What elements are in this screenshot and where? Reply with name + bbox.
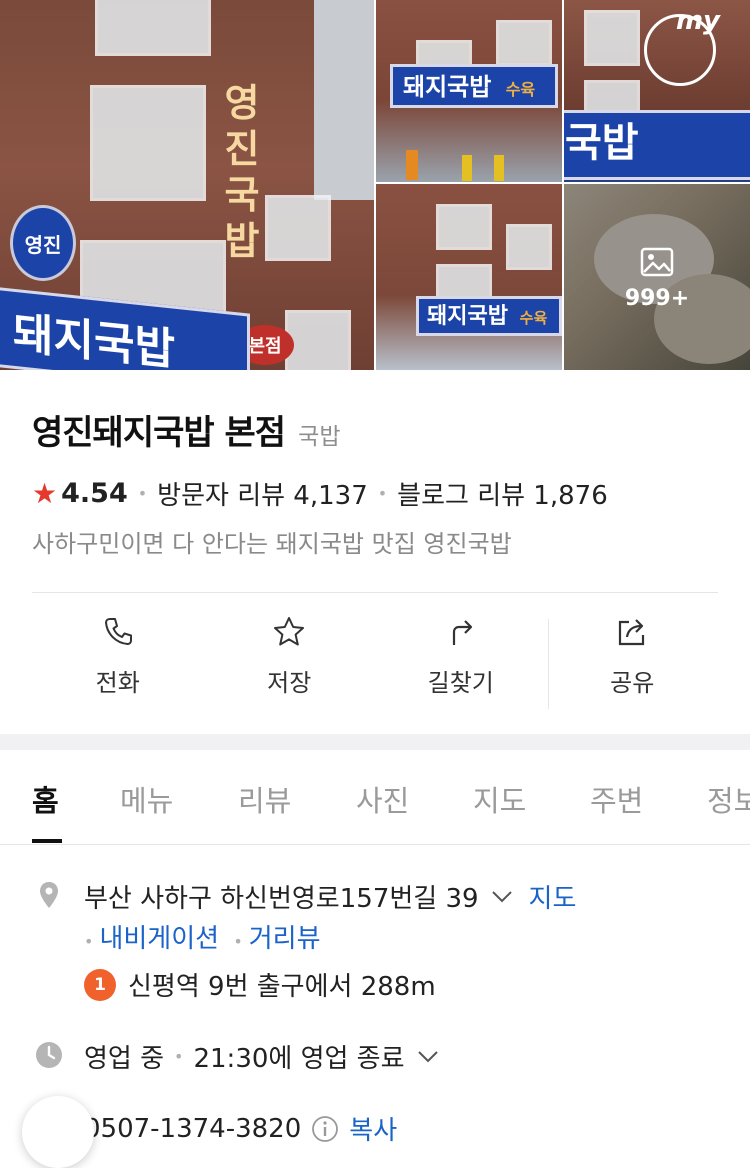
window [95,0,211,56]
phone-number[interactable]: 0507-1374-3820 [84,1114,301,1144]
place-stats: ★ 4.54 • 방문자 리뷰 4,137 • 블로그 리뷰 1,876 [32,475,608,512]
section-gap [0,734,750,750]
vertical-sign: 영진국밥 [222,80,262,264]
window [506,224,552,270]
address-row: 부산 사하구 하신번영로157번길 39 지도 [84,878,576,915]
storefront-sign-text: 돼지국밥 [403,73,492,101]
photo-gallery: 영진국밥 영진 본점 돼지국밥 돼지국밥 수육 국밥 my 돼지국밥 수육 99… [0,0,750,370]
tab-info[interactable]: 정보 [707,778,750,820]
phone-row: 0507-1374-3820 복사 [84,1110,397,1147]
separator-dot: • [377,484,388,503]
storefront-sign-sub-text: 수육 [505,80,536,99]
window [90,85,206,201]
address-sub-links: • 내비게이션 • 거리뷰 [84,918,321,955]
window [265,195,331,261]
divider [32,592,718,593]
chevron-down-icon[interactable] [491,890,513,904]
call-label: 전화 [95,669,140,697]
window [436,204,492,250]
traffic-cone [494,155,504,181]
place-description: 사하구민이면 다 안다는 돼지국밥 맛집 영진국밥 [32,530,512,558]
main-photo[interactable]: 영진국밥 영진 본점 돼지국밥 [0,0,374,370]
tab-map[interactable]: 지도 [473,778,526,820]
vertical-sign-text: 영진국밥 [224,81,260,263]
window [496,20,552,66]
window [285,310,351,370]
storefront-sign-text: 돼지국밥 [13,307,175,370]
storefront-sign: 돼지국밥 수육 [390,64,558,108]
place-title-row: 영진돼지국밥 본점 국밥 [32,405,341,454]
photo-count: 999+ [624,285,690,311]
subway-line-badge: 1 [84,968,116,1001]
address-text: 부산 사하구 하신번영로157번길 39 [84,884,479,914]
share-button[interactable]: 공유 [547,615,719,715]
action-separator [548,619,549,709]
storefront-sign-sub-text: 수육 [519,309,548,327]
round-sign-text: 영진 [24,232,62,257]
active-tab-indicator [32,839,62,843]
share-icon [619,619,645,646]
my-badge[interactable]: my [676,6,720,36]
directions-button[interactable]: 길찾기 [375,615,547,715]
place-category: 국밥 [298,424,341,450]
tab-bar: 홈 메뉴 리뷰 사진 지도 주변 정보 [0,750,750,845]
separator-dot: • [174,1047,184,1066]
storefront-sign: 국밥 [564,110,750,180]
tab-photos[interactable]: 사진 [356,778,409,820]
photo-thumbnail-2[interactable]: 국밥 my [564,0,750,182]
branch-sign-text: 본점 [248,336,282,357]
chevron-down-icon[interactable] [417,1050,439,1064]
photo-thumbnail-3[interactable]: 돼지국밥 수육 [376,184,562,370]
tab-nearby[interactable]: 주변 [590,778,643,820]
separator-dot: • [84,932,94,951]
storefront-sign-text: 돼지국밥 [427,304,508,329]
window [584,10,640,66]
call-button[interactable]: 전화 [32,615,204,715]
tab-reviews[interactable]: 리뷰 [238,778,291,820]
action-bar: 전화 저장 길찾기 공유 [32,615,718,715]
save-button[interactable]: 저장 [204,615,376,715]
rating-value: 4.54 [61,478,128,509]
hours-text: 21:30에 영업 종료 [193,1044,405,1074]
separator-dot: • [137,484,148,503]
photo-thumbnail-more[interactable]: 999+ [564,184,750,370]
more-photos-overlay[interactable]: 999+ [564,184,750,370]
visitor-review-link[interactable]: 방문자 리뷰 4,137 [157,475,368,512]
subway-row: 1 신평역 9번 출구에서 288m [84,966,436,1003]
image-icon [640,247,674,276]
storefront-sign: 돼지국밥 수육 [416,296,562,336]
copy-button[interactable]: 복사 [349,1110,397,1147]
navigation-link[interactable]: 내비게이션 [99,924,219,954]
directions-label: 길찾기 [427,669,494,697]
directions-icon [452,620,472,645]
info-icon[interactable] [311,1115,339,1143]
tab-menu[interactable]: 메뉴 [120,778,173,820]
floating-action-button[interactable] [22,1096,94,1168]
traffic-cone [406,150,418,180]
blog-review-link[interactable]: 블로그 리뷰 1,876 [397,475,608,512]
place-name: 영진돼지국밥 본점 [32,413,286,453]
streetview-link[interactable]: 거리뷰 [249,924,321,954]
separator-dot: • [233,932,243,951]
clock-icon [36,1042,62,1068]
star-icon [274,617,305,646]
subway-distance-text: 신평역 9번 출구에서 288m [128,972,436,1002]
photo-thumbnail-1[interactable]: 돼지국밥 수육 [376,0,562,182]
hours-status: 영업 중 [84,1044,165,1074]
sky [314,0,374,200]
share-label: 공유 [610,669,655,697]
hours-row[interactable]: 영업 중 • 21:30에 영업 종료 [84,1038,439,1075]
map-link[interactable]: 지도 [529,878,577,915]
location-pin-icon [40,882,58,908]
round-sign: 영진 [10,205,76,281]
tab-home[interactable]: 홈 [32,778,59,820]
rating-star-icon: ★ [32,477,58,510]
save-label: 저장 [267,669,312,697]
traffic-cone [462,155,472,181]
phone-icon [104,618,132,645]
